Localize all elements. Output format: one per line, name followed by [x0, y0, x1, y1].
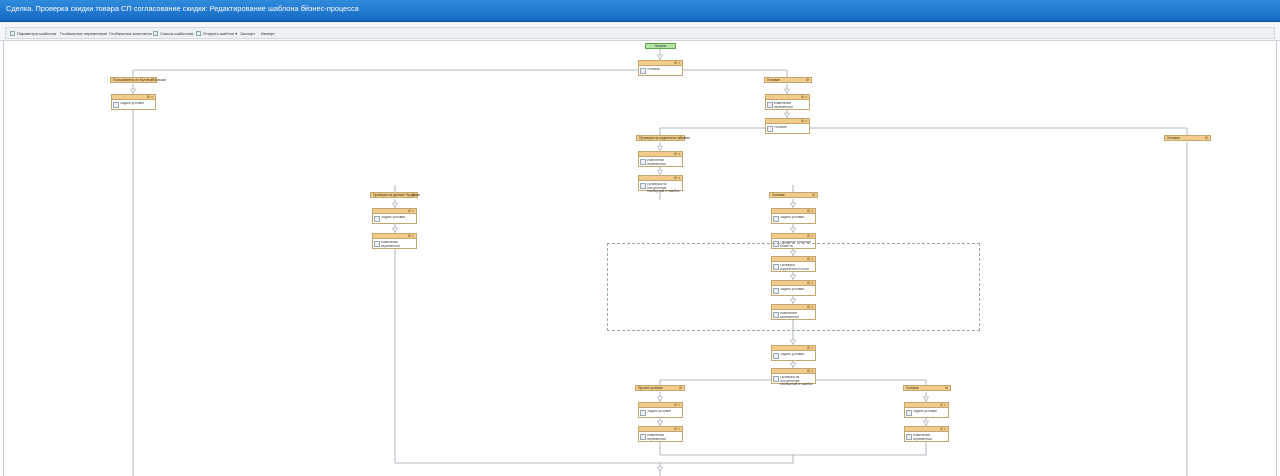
- branch-label: Прочее условие: [638, 386, 663, 390]
- block-label: Задать условие: [780, 216, 805, 219]
- set-condition-block[interactable]: ⚙ × Задать условие: [372, 208, 417, 224]
- check-messages-block[interactable]: ⚙ × Проверка на поступление сообщений и …: [638, 175, 683, 194]
- variables-icon: [374, 241, 380, 247]
- variables-icon: [906, 434, 912, 440]
- block-label: Задать условие: [780, 288, 805, 291]
- block-label: Изменение переменных: [913, 434, 933, 441]
- block-label: Проверка корректности поля: [780, 264, 809, 271]
- branch-controls[interactable]: ⚙: [806, 78, 809, 83]
- variables-icon: [773, 312, 779, 318]
- activity-icon: [640, 410, 646, 416]
- condition-block-2[interactable]: ⚙ × Условие: [765, 118, 810, 134]
- activity-icon: [773, 353, 779, 359]
- branch-controls[interactable]: ⚙: [151, 78, 154, 83]
- activity-icon: [773, 264, 779, 270]
- branch-mid-center-header[interactable]: Условие ⚙: [769, 192, 818, 198]
- block-label: Изменение переменных: [780, 312, 800, 319]
- branch-sub-right-header[interactable]: Условие ⚙: [1164, 135, 1211, 141]
- set-condition-block[interactable]: ⚙ × Задать условие: [771, 345, 816, 361]
- branch-label: Проверка на корректное условие: [639, 136, 690, 140]
- check-field-block[interactable]: ⚙ × Проверка корректности поля: [771, 256, 816, 272]
- variables-icon: [640, 434, 646, 440]
- block-label: Изменение переменных: [381, 241, 401, 248]
- block-label: Задать условие: [913, 410, 938, 413]
- warning-icon: [773, 376, 779, 382]
- set-condition-block[interactable]: ⚙ × Задать условие: [638, 402, 683, 418]
- branch-controls[interactable]: ⚙: [412, 193, 415, 198]
- set-condition-block[interactable]: ⚙ × Задать условие: [904, 402, 949, 418]
- branch-right-header[interactable]: Условие ⚙: [764, 77, 812, 83]
- set-variables-block[interactable]: ⚙ × Изменение переменных: [771, 304, 816, 320]
- activity-icon: [773, 288, 779, 294]
- set-condition-block[interactable]: ⚙ × Задать условие: [111, 94, 156, 110]
- activity-icon: [113, 102, 119, 108]
- warning-icon: [640, 183, 646, 189]
- check-messages-block[interactable]: ⚙ × Проверка на поступление сообщений и …: [771, 368, 816, 387]
- block-label: Проверка на поступление сообщений и ошиб…: [780, 376, 813, 387]
- block-label: Задать условие: [381, 216, 406, 219]
- variables-icon: [767, 102, 773, 108]
- activity-icon: [773, 216, 779, 222]
- block-label: Условие: [647, 68, 660, 71]
- branch-bottom-left-header[interactable]: Прочее условие ⚙: [635, 385, 685, 391]
- condition-icon: [767, 126, 773, 132]
- start-node[interactable]: Начало: [645, 43, 676, 49]
- branch-label: Условие: [772, 193, 785, 197]
- branch-bottom-right-header[interactable]: Условие ⚙: [903, 385, 951, 391]
- block-label: Задать условие: [120, 102, 145, 105]
- block-label: Задать условие: [647, 410, 672, 413]
- block-label: Проверка на поступление сообщений и ошиб…: [647, 183, 680, 194]
- activity-icon: [374, 216, 380, 222]
- block-label: Задать условие: [780, 353, 805, 356]
- set-variables-block[interactable]: ⚙ × Изменение переменных: [372, 233, 417, 249]
- activity-icon: [906, 410, 912, 416]
- branch-sub-left-header[interactable]: Проверка на корректное условие ⚙: [636, 135, 690, 141]
- branch-controls[interactable]: ⚙: [679, 136, 682, 141]
- set-condition-block[interactable]: ⚙ × Задать условие: [771, 208, 816, 224]
- branch-label: Условие: [767, 78, 780, 82]
- set-variables-block[interactable]: ⚙ × Изменение переменных: [904, 426, 949, 442]
- block-label: Условие: [774, 126, 787, 129]
- branch-controls[interactable]: ⚙: [812, 193, 815, 198]
- variables-icon: [640, 159, 646, 165]
- branch-controls[interactable]: ⚙: [945, 386, 948, 391]
- branch-label: Условие: [1167, 136, 1180, 140]
- branch-label: Условие: [906, 386, 919, 390]
- set-variables-block[interactable]: ⚙ × Изменение переменных: [638, 426, 683, 442]
- block-label: Изменение переменных: [647, 159, 667, 166]
- block-label: Изменение переменных: [774, 102, 794, 109]
- branch-controls[interactable]: ⚙: [679, 386, 682, 391]
- condition-icon: [640, 68, 646, 74]
- branch-label: Пользователь не Коллега Пользов: [113, 78, 166, 82]
- branch-left-header[interactable]: Пользователь не Коллега Пользов ⚙: [110, 77, 166, 83]
- branch-mid-left-header[interactable]: Проверка на данные Продажа ⚙: [370, 192, 420, 198]
- condition-block[interactable]: ⚙ × Условие: [638, 60, 683, 76]
- set-variables-block[interactable]: ⚙ × Изменение переменных: [765, 94, 810, 110]
- branch-controls[interactable]: ⚙: [1205, 136, 1208, 141]
- block-label: Изменение переменных: [647, 434, 667, 441]
- set-condition-block[interactable]: ⚙ × Задать условие: [771, 280, 816, 296]
- set-variables-block[interactable]: ⚙ × Изменение переменных: [638, 151, 683, 167]
